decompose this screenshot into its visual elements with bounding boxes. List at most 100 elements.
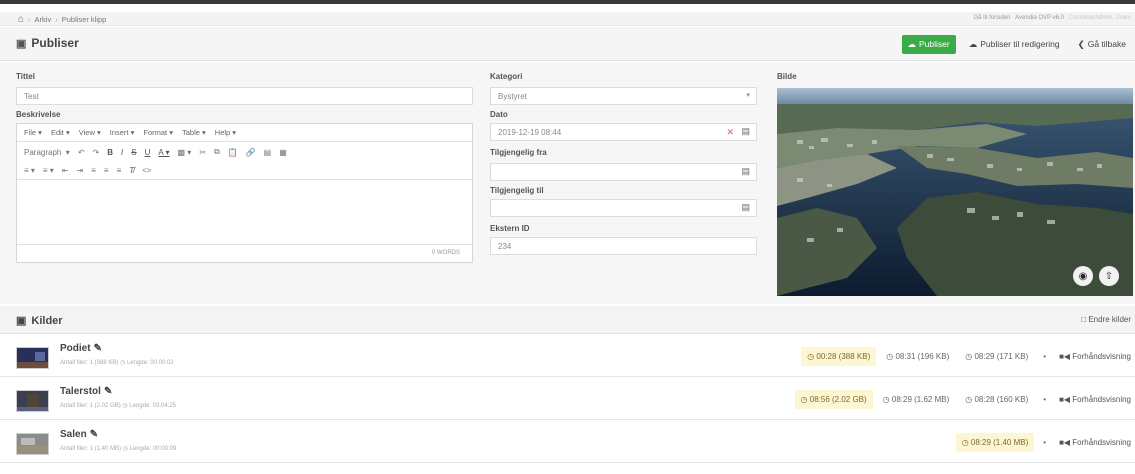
paste-icon[interactable]: 📋 (228, 148, 238, 157)
user-name[interactable]: CustomerAdmin, Users (1069, 15, 1131, 21)
variant-highlight[interactable]: ◷ 00:28 (388 KB) (801, 347, 877, 366)
outdent-icon[interactable]: ⇤ (62, 166, 69, 175)
external-id-label: Ekstern ID (490, 224, 530, 233)
clock-icon: ◷ (120, 360, 127, 366)
edit-icon[interactable]: ✎ (90, 429, 98, 440)
available-to-input[interactable]: ▤ (490, 199, 757, 217)
title-input[interactable]: Test (16, 87, 473, 105)
copy-icon[interactable]: ⧉ (214, 147, 220, 157)
variant-highlight[interactable]: ◷ 08:56 (2.02 GB) (794, 390, 873, 409)
variant-highlight[interactable]: ◷ 08:29 (1.40 MB) (955, 433, 1035, 452)
home-icon[interactable]: ⌂ (18, 14, 24, 25)
breadcrumb-archive[interactable]: Arkiv (35, 15, 52, 24)
word-count: 0 WORDS (17, 244, 472, 262)
image-label: Bilde (777, 72, 797, 81)
calendar-icon[interactable]: ▤ (741, 166, 750, 177)
menu-format[interactable]: Format ▾ (143, 128, 173, 137)
source-thumbnail (16, 433, 49, 455)
duration: Lengde: 03:04:25 (129, 403, 176, 409)
bold-icon[interactable]: B (107, 148, 113, 157)
italic-icon[interactable]: I (121, 148, 123, 157)
bullet-list-icon[interactable]: ≡ ▾ (43, 166, 54, 175)
date-label: Dato (490, 110, 508, 119)
menu-insert[interactable]: Insert ▾ (110, 128, 135, 137)
align-left-icon[interactable]: ≡ (91, 166, 96, 175)
media-icon[interactable]: ▤ (264, 148, 272, 157)
back-button[interactable]: ❮ Gå tilbake (1073, 35, 1131, 54)
editor-toolbar-2: ≡ ▾ ≡ ▾ ⇤ ⇥ ≡ ≡ ≡ T̸ <> (17, 162, 472, 180)
block-format-select[interactable]: Paragraph ▾ (24, 148, 70, 157)
source-thumbnail (16, 347, 49, 369)
chevron-down-icon: ▾ (746, 92, 750, 99)
highlight-color-icon[interactable]: ▩ ▾ (178, 148, 192, 157)
available-from-input[interactable]: ▤ (490, 163, 757, 181)
indent-icon[interactable]: ⇥ (77, 166, 84, 175)
source-thumbnail (16, 390, 49, 412)
variant[interactable]: ◷ 08:28 (160 KB) (959, 390, 1034, 409)
date-input[interactable]: 2019-12-19 08:44 ✕ ▤ (490, 123, 757, 141)
source-name[interactable]: Salen (60, 429, 87, 440)
menu-file[interactable]: File ▾ (24, 128, 42, 137)
link-icon[interactable]: 🔗 (246, 148, 256, 157)
source-row: Podiet ✎ Antall filer: 1 (388 KB) ◷ Leng… (0, 335, 1135, 377)
edit-sources-button[interactable]: □ Endre kilder (1081, 315, 1131, 324)
preview-link[interactable]: ■◀ Forhåndsvisning (1055, 395, 1131, 404)
strikethrough-icon[interactable]: S (131, 148, 136, 157)
clear-icon[interactable]: ✕ (726, 127, 734, 138)
file-count: Antall filer: 1 (1.40 MB) (60, 446, 122, 452)
publish-edit-button[interactable]: ☁ Publiser til redigering (964, 35, 1065, 54)
external-id-input[interactable]: 234 (490, 237, 757, 255)
breadcrumb-bar: ⌂ › Arkiv › Publiser klipp Gå til forsid… (0, 12, 1135, 26)
editor-content[interactable] (17, 180, 472, 244)
numbered-list-icon[interactable]: ≡ ▾ (24, 166, 35, 175)
preview-link[interactable]: ■◀ Forhåndsvisning (1055, 352, 1131, 361)
clock-icon: ◷ (122, 446, 130, 452)
preview-link[interactable]: ■◀ Forhåndsvisning (1055, 438, 1131, 447)
file-count: Antall filer: 1 (2.02 GB) (60, 403, 121, 409)
top-bar (0, 0, 1135, 4)
page-title: ▣ Publiser (16, 36, 79, 50)
category-select[interactable]: Bystyret ▾ (490, 87, 757, 105)
underline-icon[interactable]: U (145, 148, 151, 157)
edit-icon[interactable]: ✎ (104, 386, 112, 397)
clear-format-icon[interactable]: T̸ (129, 166, 134, 175)
image-icon[interactable]: ▦ (279, 148, 287, 157)
upload-icon[interactable]: ⇧ (1099, 266, 1119, 286)
variant[interactable]: ◷ 08:31 (196 KB) (880, 347, 955, 366)
breadcrumb: ⌂ › Arkiv › Publiser klipp (18, 14, 107, 25)
page-header: ▣ Publiser ☁ Publiser ☁ Publiser til red… (0, 27, 1135, 61)
menu-view[interactable]: View ▾ (79, 128, 101, 137)
title-label: Tittel (16, 72, 35, 81)
publish-form: Tittel Test Beskrivelse File ▾ Edit ▾ Vi… (0, 62, 1135, 304)
back-icon: ❮ (1077, 39, 1085, 49)
source-name[interactable]: Talerstol (60, 386, 101, 397)
variant[interactable]: ◷ 08:29 (171 KB) (959, 347, 1034, 366)
sources-header: ▣ Kilder □ Endre kilder (0, 306, 1135, 334)
align-center-icon[interactable]: ≡ (104, 166, 109, 175)
description-label: Beskrivelse (16, 110, 61, 119)
variant[interactable]: ◷ 08:29 (1.62 MB) (877, 390, 956, 409)
menu-table[interactable]: Table ▾ (182, 128, 206, 137)
camera-icon[interactable]: ◉ (1073, 266, 1093, 286)
cloud-upload-icon: ☁ (968, 39, 978, 49)
source-name[interactable]: Podiet (60, 343, 91, 354)
publish-button[interactable]: ☁ Publiser (901, 35, 956, 54)
file-count: Antall filer: 1 (388 KB) (60, 360, 119, 366)
code-icon[interactable]: <> (142, 166, 151, 175)
calendar-icon[interactable]: ▤ (741, 202, 750, 213)
cut-icon[interactable]: ✂ (199, 148, 206, 157)
description-editor[interactable]: File ▾ Edit ▾ View ▾ Insert ▾ Format ▾ T… (16, 123, 473, 263)
redo-icon[interactable]: ↷ (93, 148, 100, 157)
home-link[interactable]: Gå til forsiden (973, 15, 1010, 21)
menu-help[interactable]: Help ▾ (215, 128, 236, 137)
text-color-icon[interactable]: A ▾ (158, 148, 169, 157)
edit-icon[interactable]: ✎ (94, 343, 102, 354)
menu-edit[interactable]: Edit ▾ (51, 128, 70, 137)
align-right-icon[interactable]: ≡ (117, 166, 122, 175)
editor-menubar: File ▾ Edit ▾ View ▾ Insert ▾ Format ▾ T… (17, 124, 472, 142)
available-from-label: Tilgjengelig fra (490, 148, 547, 157)
category-label: Kategori (490, 72, 523, 81)
cloud-upload-icon: ☁ (907, 39, 917, 49)
calendar-icon[interactable]: ▤ (741, 126, 750, 137)
undo-icon[interactable]: ↶ (78, 148, 85, 157)
